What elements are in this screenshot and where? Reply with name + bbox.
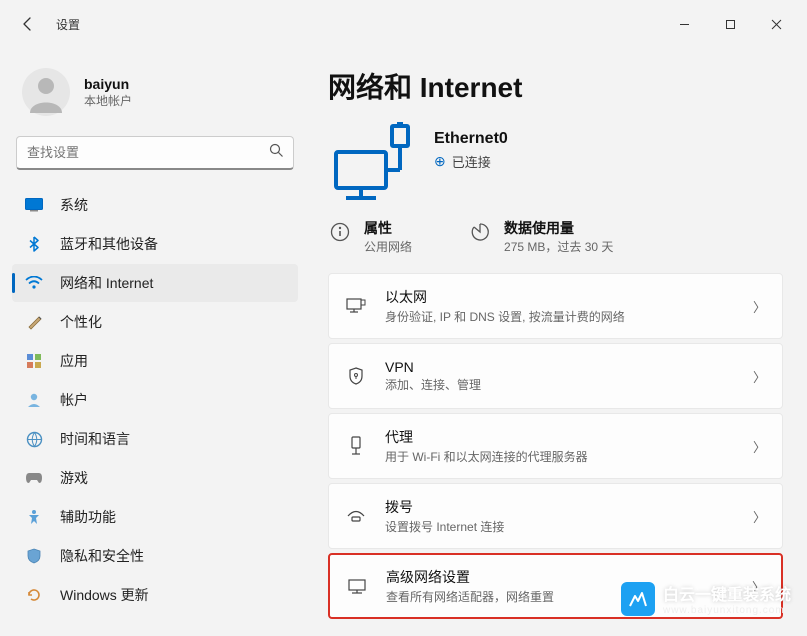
chevron-right-icon: 〉 [753, 507, 766, 526]
card-sub: 用于 Wi-Fi 和以太网连接的代理服务器 [385, 448, 753, 465]
user-name: baiyun [84, 76, 132, 92]
sidebar-item-label: 帐户 [60, 390, 88, 410]
watermark-logo-icon [621, 582, 655, 616]
sidebar-item-windows-update[interactable]: Windows 更新 [12, 576, 298, 614]
sidebar: baiyun 本地帐户 系统 蓝牙和其他设备 [0, 48, 310, 636]
advanced-network-icon [346, 575, 368, 597]
sidebar-item-label: 系统 [60, 195, 88, 215]
maximize-button[interactable] [707, 8, 753, 40]
card-sub: 添加、连接、管理 [385, 376, 753, 393]
vpn-shield-icon [345, 365, 367, 387]
watermark: 白云一键重装系统 www.baiyunxitong.com [621, 581, 791, 616]
chevron-right-icon: 〉 [753, 297, 766, 316]
sidebar-item-label: 辅助功能 [60, 507, 116, 527]
back-button[interactable] [8, 4, 48, 44]
sidebar-item-label: 游戏 [60, 468, 88, 488]
sidebar-item-bluetooth[interactable]: 蓝牙和其他设备 [12, 225, 298, 263]
apps-icon [24, 351, 44, 371]
sidebar-item-label: 时间和语言 [60, 429, 130, 449]
sidebar-item-label: Windows 更新 [60, 585, 149, 605]
data-usage-title: 数据使用量 [504, 218, 613, 238]
sidebar-item-apps[interactable]: 应用 [12, 342, 298, 380]
close-button[interactable] [753, 8, 799, 40]
properties-title: 属性 [364, 218, 412, 238]
page-title: 网络和 Internet [328, 66, 783, 106]
ethernet-icon [345, 295, 367, 317]
status-dot-icon: ⊕ [434, 153, 446, 170]
data-usage-block[interactable]: 数据使用量 275 MB，过去 30 天 [468, 218, 613, 255]
sidebar-item-privacy[interactable]: 隐私和安全性 [12, 537, 298, 575]
sidebar-item-personalization[interactable]: 个性化 [12, 303, 298, 341]
app-title: 设置 [56, 16, 80, 33]
sidebar-item-system[interactable]: 系统 [12, 186, 298, 224]
chevron-right-icon: 〉 [753, 437, 766, 456]
person-icon [24, 390, 44, 410]
system-icon [24, 195, 44, 215]
dialup-icon [345, 505, 367, 527]
properties-sub: 公用网络 [364, 238, 412, 255]
sidebar-item-label: 应用 [60, 351, 88, 371]
search-input[interactable] [16, 136, 294, 170]
sidebar-item-label: 网络和 Internet [60, 273, 153, 293]
watermark-brand: 白云一键重装系统 [663, 581, 791, 605]
brush-icon [24, 312, 44, 332]
card-vpn[interactable]: VPN 添加、连接、管理 〉 [328, 343, 783, 409]
card-title: 以太网 [385, 287, 753, 307]
card-ethernet[interactable]: 以太网 身份验证, IP 和 DNS 设置, 按流量计费的网络 〉 [328, 273, 783, 339]
card-title: VPN [385, 359, 753, 375]
minimize-button[interactable] [661, 8, 707, 40]
sidebar-item-label: 隐私和安全性 [60, 546, 144, 566]
card-title: 拨号 [385, 497, 753, 517]
sidebar-item-accessibility[interactable]: 辅助功能 [12, 498, 298, 536]
search-icon [269, 143, 284, 163]
sidebar-item-accounts[interactable]: 帐户 [12, 381, 298, 419]
card-title: 代理 [385, 427, 753, 447]
network-status: 已连接 [452, 152, 491, 171]
sidebar-item-label: 蓝牙和其他设备 [60, 234, 158, 254]
card-proxy[interactable]: 代理 用于 Wi-Fi 和以太网连接的代理服务器 〉 [328, 413, 783, 479]
chevron-right-icon: 〉 [753, 367, 766, 386]
data-usage-sub: 275 MB，过去 30 天 [504, 238, 613, 255]
gamepad-icon [24, 468, 44, 488]
sidebar-item-network[interactable]: 网络和 Internet [12, 264, 298, 302]
bluetooth-icon [24, 234, 44, 254]
shield-icon [24, 546, 44, 566]
card-dialup[interactable]: 拨号 设置拨号 Internet 连接 〉 [328, 483, 783, 549]
wifi-icon [24, 273, 44, 293]
properties-block[interactable]: 属性 公用网络 [328, 218, 412, 255]
info-icon [328, 220, 352, 244]
clock-globe-icon [24, 429, 44, 449]
proxy-icon [345, 435, 367, 457]
sidebar-item-gaming[interactable]: 游戏 [12, 459, 298, 497]
card-sub: 身份验证, IP 和 DNS 设置, 按流量计费的网络 [385, 308, 753, 325]
card-sub: 设置拨号 Internet 连接 [385, 518, 753, 535]
watermark-url: www.baiyunxitong.com [663, 605, 791, 616]
update-icon [24, 585, 44, 605]
user-block[interactable]: baiyun 本地帐户 [12, 56, 298, 136]
network-name: Ethernet0 [434, 130, 508, 148]
data-usage-icon [468, 220, 492, 244]
ethernet-illustration [328, 122, 414, 200]
sidebar-item-label: 个性化 [60, 312, 102, 332]
accessibility-icon [24, 507, 44, 527]
sidebar-item-time-language[interactable]: 时间和语言 [12, 420, 298, 458]
avatar [22, 68, 70, 116]
main-content: 网络和 Internet Ethernet0 ⊕ 已连接 [310, 48, 807, 636]
user-subtitle: 本地帐户 [84, 92, 132, 109]
